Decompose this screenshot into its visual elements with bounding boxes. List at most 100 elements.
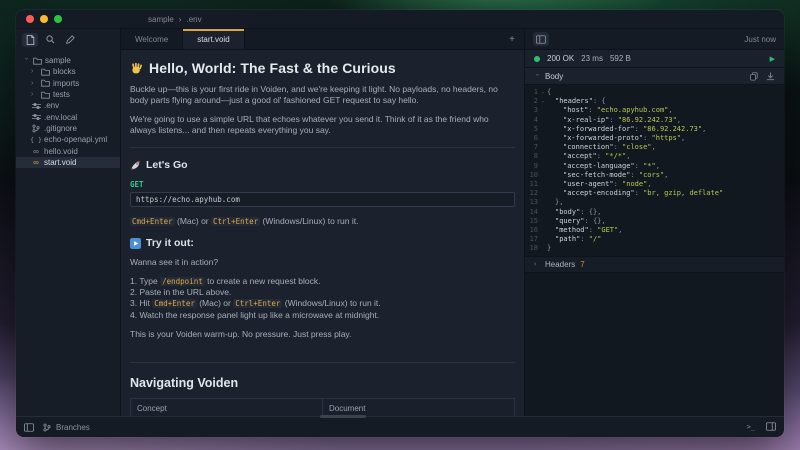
line-number: 18 — [525, 244, 538, 253]
fold-gutter — [538, 226, 547, 235]
text-run: : — [588, 106, 596, 114]
json-line: 7"connection": "close", — [525, 143, 784, 152]
fold-gutter — [538, 125, 547, 134]
run-request-button[interactable]: ▶ — [770, 55, 775, 63]
zoom-window-button[interactable] — [54, 15, 62, 23]
table-header-document: Document — [323, 398, 515, 416]
tree-item-tests[interactable]: ›tests — [16, 89, 120, 100]
search-button[interactable] — [42, 33, 58, 47]
tree-item-sample[interactable]: ›sample — [16, 55, 120, 66]
tree-item-start-void[interactable]: ∞start.void — [16, 157, 120, 168]
response-panel: Just now 200 OK 23 ms 592 B ▶ › Body 1›{… — [524, 29, 784, 416]
step-item: Hit Cmd+Enter (Mac) or Ctrl+Enter (Windo… — [130, 298, 515, 309]
tree-item-hello-void[interactable]: ∞ hello.void — [16, 145, 120, 156]
text-run: "cors" — [639, 171, 664, 179]
text-run: , — [668, 106, 672, 114]
file-tree: ›sample›blocks›imports›tests.env .env.loc… — [16, 50, 120, 168]
inline-code: Ctrl+Enter — [211, 217, 260, 226]
git-branch-icon — [43, 423, 51, 432]
text-run: "query" — [555, 217, 585, 225]
split-panel-button[interactable] — [533, 32, 549, 46]
line-number: 8 — [525, 152, 538, 161]
tree-item-blocks[interactable]: ›blocks — [16, 66, 120, 77]
tab-label: Welcome — [135, 35, 168, 44]
inline-code: Cmd+Enter — [152, 299, 197, 308]
tree-item-label: .env.local — [44, 113, 77, 122]
chevron-down-icon: › — [534, 73, 541, 79]
download-icon[interactable] — [766, 72, 775, 81]
text-run: : — [589, 226, 597, 234]
try-it-out-heading: Try it out: — [130, 237, 515, 249]
tree-item-imports[interactable]: ›imports — [16, 78, 120, 89]
divider — [130, 147, 515, 148]
fold-chevron-icon[interactable]: › — [538, 97, 547, 106]
steps-list: Type /endpoint to create a new request b… — [130, 276, 515, 321]
breadcrumb: sample › .env — [148, 15, 202, 24]
fold-chevron-icon[interactable]: › — [538, 88, 547, 97]
text-run: "connection" — [563, 143, 614, 151]
table-header-concept: Concept — [131, 398, 323, 416]
tree-item-label: tests — [53, 90, 70, 99]
sliders-icon — [32, 113, 41, 121]
json-line: 13}, — [525, 198, 784, 207]
close-window-button[interactable] — [26, 15, 34, 23]
json-line: 17"path": "/" — [525, 235, 784, 244]
outro-paragraph: This is your Voiden warm-up. No pressure… — [130, 329, 515, 340]
tab-bar: Welcome start.void + — [121, 29, 524, 50]
tree-item-echo-openapi-yml[interactable]: { }echo-openapi.yml — [16, 134, 120, 145]
text-run: "close" — [622, 143, 652, 151]
tree-item--gitignore[interactable]: .gitignore — [16, 123, 120, 134]
step-item: Type /endpoint to create a new request b… — [130, 276, 515, 287]
terminal-button[interactable]: >_ — [747, 423, 755, 431]
body-section-header[interactable]: › Body — [525, 68, 784, 85]
response-panel-header: Just now — [525, 29, 784, 50]
url-input[interactable] — [132, 195, 513, 204]
app-window: sample › .env ›sample›blocks›imports›tes… — [16, 10, 784, 437]
folder-icon — [33, 57, 42, 65]
toggle-sidebar-button[interactable] — [24, 423, 34, 432]
minimize-window-button[interactable] — [40, 15, 48, 23]
text-run: "accept-language" — [563, 162, 635, 170]
tree-item--env[interactable]: .env — [16, 100, 120, 111]
horizontal-scrollbar-thumb[interactable] — [320, 415, 366, 418]
braces-icon: { } — [30, 136, 42, 144]
infinity-icon: ∞ — [33, 158, 39, 167]
text-run: "accept-encoding" — [563, 189, 635, 197]
text-run: : — [614, 143, 622, 151]
infinity-icon: ∞ — [33, 147, 39, 156]
line-number: 5 — [525, 125, 538, 134]
editor-column: Welcomestart.void+ Hello, World: The Fas… — [121, 29, 524, 416]
fold-gutter — [538, 106, 547, 115]
text-run: Hit — [139, 298, 152, 308]
tree-item--env-local[interactable]: .env.local — [16, 111, 120, 122]
new-file-button[interactable] — [62, 33, 78, 47]
text-run: , — [647, 180, 651, 188]
tree-item-label: hello.void — [44, 147, 78, 156]
json-line: 10"sec-fetch-mode": "cors", — [525, 171, 784, 180]
text-run: : — [614, 180, 622, 188]
try-it-out-heading-text: Try it out: — [146, 237, 194, 249]
branches-button[interactable]: Branches — [43, 423, 90, 432]
tab-welcome[interactable]: Welcome — [121, 29, 183, 49]
wave-emoji-icon — [130, 62, 143, 75]
status-code-text: 200 OK — [547, 54, 574, 63]
json-line: 1›{ — [525, 88, 784, 97]
fold-gutter — [538, 152, 547, 161]
inline-code: /endpoint — [160, 277, 205, 286]
breadcrumb-project[interactable]: sample — [148, 15, 174, 24]
breadcrumb-file[interactable]: .env — [186, 15, 201, 24]
json-line: 9"accept-language": "*", — [525, 162, 784, 171]
headers-section-header[interactable]: › Headers 7 — [525, 256, 784, 273]
text-run: (Mac) or — [197, 298, 233, 308]
files-explorer-button[interactable] — [22, 33, 38, 47]
text-run: "86.92.242.73" — [618, 116, 677, 124]
tab-start-void[interactable]: start.void — [183, 29, 244, 49]
navigating-heading: Navigating Voiden — [130, 376, 515, 390]
text-run: "user-agent" — [563, 180, 614, 188]
new-tab-button[interactable]: + — [500, 29, 524, 49]
text-run: "body" — [555, 208, 580, 216]
status-dot-icon — [534, 56, 540, 62]
toggle-panel-button[interactable] — [766, 422, 776, 433]
copy-icon[interactable] — [750, 72, 758, 81]
lets-go-heading: Let's Go — [130, 159, 515, 171]
